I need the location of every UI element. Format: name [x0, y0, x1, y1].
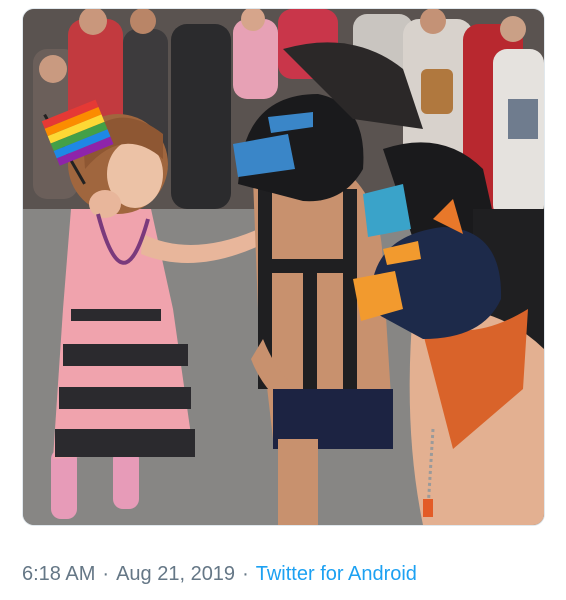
tweet-photo[interactable]	[22, 8, 545, 526]
meta-separator: ·	[242, 563, 249, 585]
photo-illustration	[23, 9, 544, 525]
tweet-detail: 6:18 AM · Aug 21, 2019 · Twitter for And…	[0, 0, 566, 600]
meta-separator: ·	[102, 563, 110, 585]
tweet-time[interactable]: 6:18 AM	[22, 560, 95, 588]
tweet-source-link[interactable]: Twitter for Android	[256, 560, 417, 588]
tweet-date[interactable]: Aug 21, 2019	[116, 560, 235, 588]
tweet-meta: 6:18 AM · Aug 21, 2019 · Twitter for And…	[22, 560, 417, 588]
